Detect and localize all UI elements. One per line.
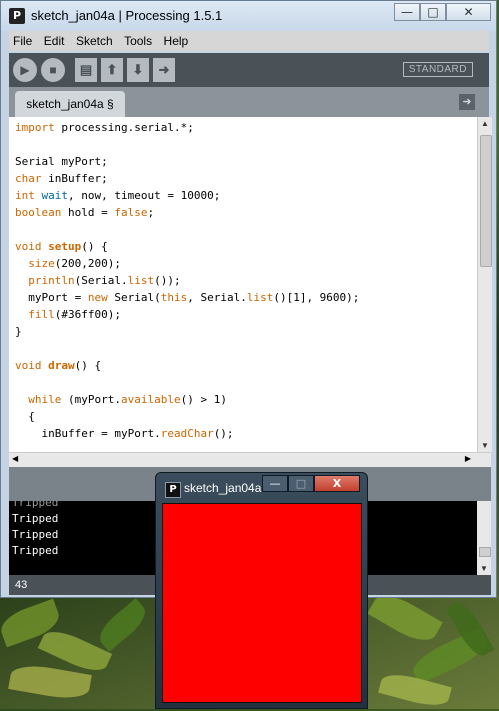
tab-sketch[interactable]: sketch_jan04a § [15, 91, 125, 117]
menu-tools[interactable]: Tools [120, 31, 155, 48]
code-line[interactable] [15, 340, 477, 357]
code-line[interactable]: void draw() { [15, 357, 477, 374]
code-line[interactable]: inBuffer = myPort.readChar(); [15, 425, 477, 442]
stop-icon: ■ [49, 63, 57, 77]
maximize-button[interactable]: □ [420, 3, 446, 21]
down-arrow-icon: ⬇ [132, 62, 144, 77]
code-line[interactable] [15, 136, 477, 153]
export-icon: ➜ [158, 62, 170, 77]
sketch-window[interactable]: P sketch_jan04a — □ X [155, 472, 368, 709]
code-editor[interactable]: import processing.serial.*; Serial myPor… [9, 117, 477, 452]
code-line[interactable]: fill(#36ff00); [15, 306, 477, 323]
code-line[interactable] [15, 374, 477, 391]
code-line[interactable] [15, 221, 477, 238]
close-button[interactable]: ✕ [446, 3, 491, 21]
new-button[interactable]: ▤ [75, 58, 97, 82]
export-button[interactable]: ➜ [153, 58, 175, 82]
processing-app-icon: P [9, 8, 25, 24]
code-line[interactable]: boolean hold = false; [15, 204, 477, 221]
mode-button[interactable]: STANDARD [402, 62, 473, 77]
stop-button[interactable]: ■ [41, 58, 65, 82]
sketch-minimize-button[interactable]: — [262, 475, 288, 492]
tab-menu-arrow-icon[interactable]: ➜ [459, 94, 475, 110]
tab-bar: sketch_jan04a § ➜ [9, 87, 489, 117]
title-bar[interactable]: P sketch_jan04a | Processing 1.5.1 — □ ✕ [1, 1, 496, 31]
scroll-right-icon[interactable]: ▶ [465, 454, 471, 463]
play-icon: ▶ [20, 63, 30, 77]
processing-app-icon: P [165, 482, 181, 498]
code-line[interactable]: while (myPort.available() > 1) [15, 391, 477, 408]
page-icon: ▤ [79, 62, 93, 77]
code-text[interactable]: import processing.serial.*; Serial myPor… [9, 117, 477, 442]
code-line[interactable]: char inBuffer; [15, 170, 477, 187]
scroll-down-icon[interactable]: ▼ [478, 441, 492, 450]
scroll-up-icon[interactable]: ▲ [478, 119, 492, 128]
sketch-window-title: sketch_jan04a [184, 481, 262, 495]
scroll-left-icon[interactable]: ◀ [12, 454, 18, 463]
code-line[interactable]: int wait, now, timeout = 10000; [15, 187, 477, 204]
console-scroll-thumb[interactable] [479, 547, 491, 557]
editor-vertical-scrollbar[interactable]: ▲ ▼ [477, 117, 492, 452]
code-line[interactable]: size(200,200); [15, 255, 477, 272]
menu-help[interactable]: Help [160, 31, 192, 48]
toolbar: ▶ ■ ▤ ⬆ ⬇ ➜ STANDARD [9, 53, 489, 87]
code-line[interactable]: println(Serial.list()); [15, 272, 477, 289]
up-arrow-icon: ⬆ [106, 62, 118, 77]
code-line[interactable]: { [15, 408, 477, 425]
sketch-maximize-button[interactable]: □ [288, 475, 314, 492]
save-button[interactable]: ⬇ [127, 58, 149, 82]
menu-file[interactable]: File [9, 31, 35, 48]
console-scrollbar[interactable]: ▼ [477, 501, 491, 575]
minimize-button[interactable]: — [394, 3, 420, 21]
editor-horizontal-scrollbar[interactable]: ◀ ▶ [9, 452, 491, 467]
code-line[interactable]: myPort = new Serial(this, Serial.list()[… [15, 289, 477, 306]
code-line[interactable]: import processing.serial.*; [15, 119, 477, 136]
console-scroll-down-icon[interactable]: ▼ [477, 564, 491, 573]
code-line[interactable]: void setup() { [15, 238, 477, 255]
code-line[interactable]: Serial myPort; [15, 153, 477, 170]
sketch-close-button[interactable]: X [314, 475, 360, 492]
scroll-thumb[interactable] [480, 135, 492, 267]
sketch-canvas[interactable] [162, 503, 362, 703]
menu-sketch[interactable]: Sketch [72, 31, 116, 48]
open-button[interactable]: ⬆ [101, 58, 123, 82]
run-button[interactable]: ▶ [13, 58, 37, 82]
code-line[interactable]: } [15, 323, 477, 340]
window-title: sketch_jan04a | Processing 1.5.1 [31, 8, 223, 23]
menu-bar: File Edit Sketch Tools Help [9, 31, 489, 51]
menu-edit[interactable]: Edit [40, 31, 68, 48]
